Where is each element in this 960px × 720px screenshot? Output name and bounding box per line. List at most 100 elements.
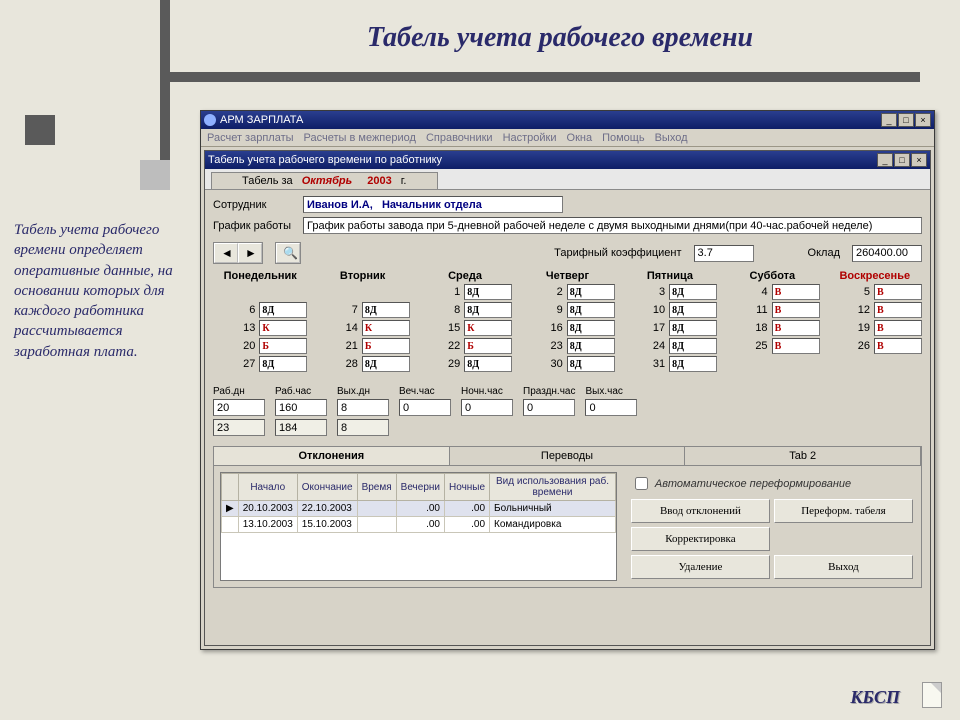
salary-label: Оклад	[808, 247, 840, 259]
day-value-input[interactable]	[669, 320, 717, 336]
day-cell: 7	[315, 302, 409, 318]
day-value-input[interactable]	[874, 338, 922, 354]
total-input[interactable]	[213, 399, 265, 416]
period-tab-label[interactable]: Табель за Октябрь 2003 г.	[211, 172, 438, 189]
period-month: Октябрь	[302, 175, 352, 187]
tariff-field[interactable]	[694, 245, 754, 262]
day-value-input[interactable]	[567, 356, 615, 372]
day-cell: 23	[520, 338, 614, 354]
child-maximize-button[interactable]: □	[894, 153, 910, 167]
add-deviation-button[interactable]: Ввод отклонений	[631, 499, 770, 523]
day-value-input[interactable]	[567, 284, 615, 300]
day-value-input[interactable]	[464, 284, 512, 300]
table-header[interactable]: Начало	[238, 474, 297, 501]
lower-tab[interactable]: Tab 2	[685, 447, 921, 465]
day-value-input[interactable]	[567, 302, 615, 318]
day-value-input[interactable]	[669, 338, 717, 354]
day-value-input[interactable]	[669, 284, 717, 300]
salary-field[interactable]	[852, 245, 922, 262]
menu-bar: Расчет зарплаты Расчеты в межпериод Справо…	[201, 129, 934, 147]
day-cell: 30	[520, 356, 614, 372]
day-value-input[interactable]	[669, 356, 717, 372]
auto-reform-input[interactable]	[635, 477, 648, 490]
day-value-input[interactable]	[362, 338, 410, 354]
day-value-input[interactable]	[259, 356, 307, 372]
reform-button[interactable]: Переформ. табеля	[774, 499, 913, 523]
day-value-input[interactable]	[772, 320, 820, 336]
day-value-input[interactable]	[464, 356, 512, 372]
edit-button[interactable]: Корректировка	[631, 527, 770, 551]
day-value-input[interactable]	[772, 284, 820, 300]
table-header[interactable]: Вид использования раб. времени	[490, 474, 616, 501]
maximize-button[interactable]: □	[898, 113, 914, 127]
minimize-button[interactable]: _	[881, 113, 897, 127]
day-value-input[interactable]	[567, 338, 615, 354]
day-value-input[interactable]	[362, 302, 410, 318]
total-input[interactable]	[523, 399, 575, 416]
weekday-header: Вторник	[315, 270, 409, 282]
table-row[interactable]: ▶20.10.200322.10.2003.00.00Больничный	[222, 501, 616, 517]
next-button[interactable]: ►	[238, 243, 262, 263]
lower-tab[interactable]: Отклонения	[214, 447, 450, 465]
day-number: 20	[239, 340, 255, 352]
employee-label: Сотрудник	[213, 199, 297, 211]
total-input[interactable]	[275, 399, 327, 416]
schedule-field[interactable]	[303, 217, 922, 234]
delete-button[interactable]: Удаление	[631, 555, 770, 579]
auto-reform-checkbox[interactable]: Автоматическое переформирование	[631, 474, 913, 493]
total-header: Раб.дн	[213, 386, 265, 397]
day-value-input[interactable]	[259, 338, 307, 354]
day-value-input[interactable]	[669, 302, 717, 318]
day-value-input[interactable]	[874, 284, 922, 300]
day-value-input[interactable]	[259, 302, 307, 318]
table-header[interactable]: Вечерни	[396, 474, 444, 501]
day-value-input[interactable]	[464, 302, 512, 318]
tab-prefix: Табель за	[242, 175, 293, 187]
day-value-input[interactable]	[464, 338, 512, 354]
day-cell: 2	[520, 284, 614, 300]
employee-field[interactable]	[303, 196, 563, 213]
day-value-input[interactable]	[874, 320, 922, 336]
table-header[interactable]: Окончание	[297, 474, 357, 501]
menu-item[interactable]: Настройки	[503, 132, 557, 144]
child-window: Табель учета рабочего времени по работни…	[204, 150, 931, 646]
menu-item[interactable]: Окна	[567, 132, 593, 144]
day-value-input[interactable]	[259, 320, 307, 336]
day-value-input[interactable]	[874, 302, 922, 318]
table-row[interactable]: 13.10.200315.10.2003.00.00Командировка	[222, 517, 616, 533]
preview-button[interactable]: 🔍	[276, 243, 300, 263]
total-header: Вых.дн	[337, 386, 389, 397]
day-value-input[interactable]	[362, 356, 410, 372]
day-value-input[interactable]	[772, 302, 820, 318]
menu-item[interactable]: Помощь	[602, 132, 645, 144]
child-close-button[interactable]: ×	[911, 153, 927, 167]
day-number: 23	[547, 340, 563, 352]
table-header[interactable]: Время	[357, 474, 396, 501]
total-input[interactable]	[337, 399, 389, 416]
weekday-header: Суббота	[725, 270, 819, 282]
prev-button[interactable]: ◄	[214, 243, 238, 263]
total-input[interactable]	[585, 399, 637, 416]
child-minimize-button[interactable]: _	[877, 153, 893, 167]
close-button[interactable]: ×	[915, 113, 931, 127]
day-value-input[interactable]	[362, 320, 410, 336]
day-value-input[interactable]	[567, 320, 615, 336]
table-header[interactable]: Ночные	[445, 474, 490, 501]
lower-tab[interactable]: Переводы	[450, 447, 686, 465]
day-value-input[interactable]	[772, 338, 820, 354]
menu-item[interactable]: Расчет зарплаты	[207, 132, 294, 144]
day-value-input[interactable]	[464, 320, 512, 336]
menu-item[interactable]: Выход	[655, 132, 688, 144]
totals-row-2	[213, 419, 922, 436]
deviations-table[interactable]: НачалоОкончаниеВремяВечерниНочныеВид исп…	[220, 472, 617, 581]
day-number: 18	[752, 322, 768, 334]
day-cell: 31	[623, 356, 717, 372]
exit-button[interactable]: Выход	[774, 555, 913, 579]
footer-logo: КБСП	[850, 687, 900, 708]
decoration	[160, 0, 170, 170]
total-input[interactable]	[399, 399, 451, 416]
menu-item[interactable]: Расчеты в межпериод	[304, 132, 416, 144]
total-input[interactable]	[461, 399, 513, 416]
menu-item[interactable]: Справочники	[426, 132, 493, 144]
total-header: Ночн.час	[461, 386, 513, 397]
